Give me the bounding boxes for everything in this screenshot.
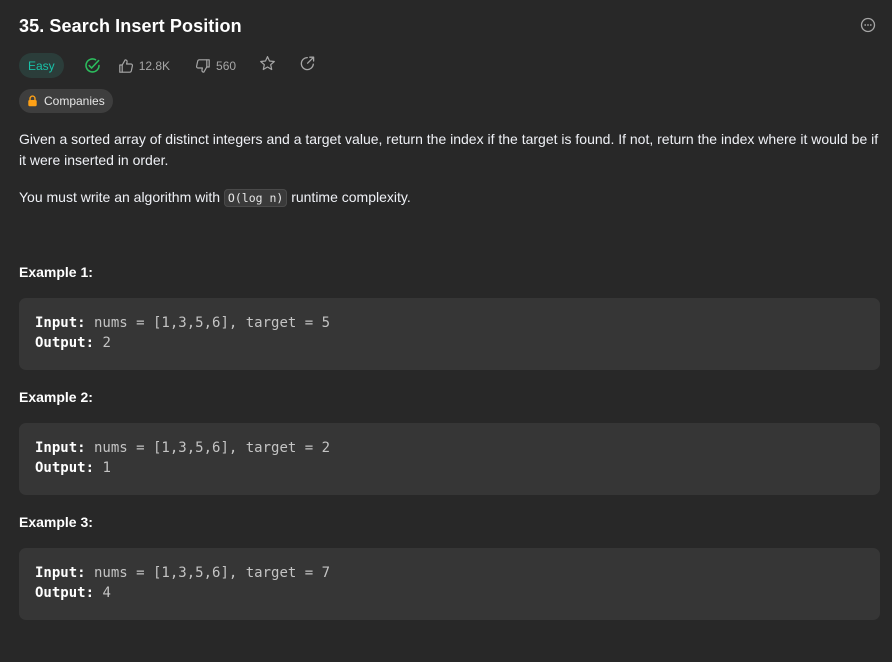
more-options-button[interactable]	[859, 17, 876, 38]
example-1-title: Example 1:	[19, 264, 93, 280]
output-label: Output:	[35, 460, 95, 476]
complexity-text-after: runtime complexity.	[287, 189, 411, 205]
complexity-text-before: You must write an algorithm with	[19, 189, 224, 205]
input-label: Input:	[35, 315, 86, 331]
companies-label: Companies	[44, 94, 105, 108]
dislike-button[interactable]: 560	[195, 58, 236, 74]
check-circle-icon	[84, 57, 101, 74]
example-1-block: Input: nums = [1,3,5,6], target = 5 Outp…	[19, 298, 880, 370]
example-3-input: nums = [1,3,5,6], target = 7	[85, 565, 331, 581]
example-3-output: 4	[94, 585, 111, 601]
more-options-icon	[860, 17, 876, 38]
thumbs-up-icon	[118, 58, 134, 74]
output-label: Output:	[35, 335, 95, 351]
inline-code-complexity: O(log n)	[223, 189, 288, 207]
like-button[interactable]: 12.8K	[118, 58, 170, 74]
example-1-output-line: Output: 2	[35, 333, 864, 353]
example-1-input: nums = [1,3,5,6], target = 5	[85, 315, 331, 331]
share-icon	[299, 55, 316, 77]
problem-description: Given a sorted array of distinct integer…	[19, 131, 879, 168]
example-3-block: Input: nums = [1,3,5,6], target = 7 Outp…	[19, 548, 880, 620]
thumbs-down-icon	[195, 58, 211, 74]
favorite-button[interactable]	[259, 55, 276, 77]
example-2-block: Input: nums = [1,3,5,6], target = 2 Outp…	[19, 423, 880, 495]
like-count: 12.8K	[138, 58, 171, 73]
problem-title: 35. Search Insert Position	[19, 16, 242, 36]
output-label: Output:	[35, 585, 95, 601]
star-icon	[259, 55, 276, 77]
input-label: Input:	[35, 565, 86, 581]
difficulty-badge: Easy	[19, 53, 64, 78]
example-2-title: Example 2:	[19, 389, 93, 405]
example-1-input-line: Input: nums = [1,3,5,6], target = 5	[35, 313, 864, 333]
complexity-requirement: You must write an algorithm with O(log n…	[19, 187, 879, 209]
input-label: Input:	[35, 440, 86, 456]
example-3-title: Example 3:	[19, 514, 93, 530]
companies-tag[interactable]: Companies	[19, 89, 113, 113]
problem-meta-row: Easy 12.8K 560	[19, 53, 316, 78]
dislike-count: 560	[216, 58, 237, 73]
example-2-input: nums = [1,3,5,6], target = 2	[85, 440, 331, 456]
example-3-output-line: Output: 4	[35, 583, 864, 603]
example-2-output: 1	[94, 460, 111, 476]
problem-description-panel: 35. Search Insert Position Easy 12.8K 56…	[0, 0, 892, 662]
example-3-input-line: Input: nums = [1,3,5,6], target = 7	[35, 563, 864, 583]
share-button[interactable]	[299, 55, 316, 77]
lock-icon	[27, 95, 38, 107]
example-1-output: 2	[94, 335, 111, 351]
example-2-input-line: Input: nums = [1,3,5,6], target = 2	[35, 438, 864, 458]
example-2-output-line: Output: 1	[35, 458, 864, 478]
